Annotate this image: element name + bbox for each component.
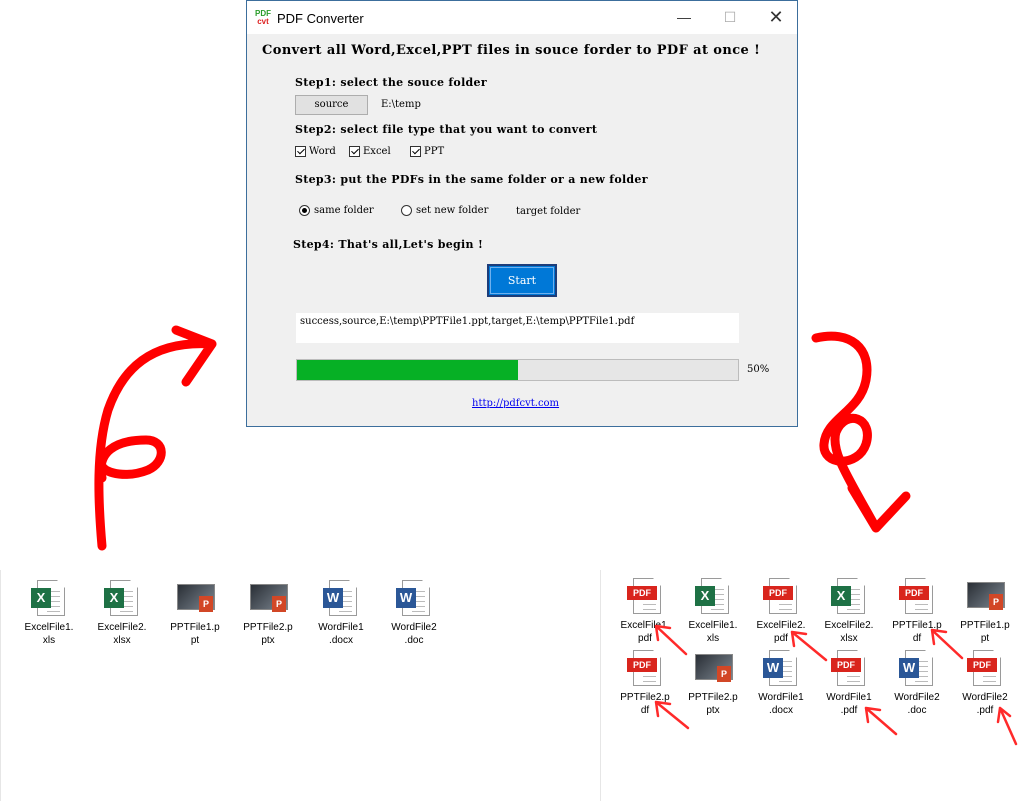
file-item[interactable]: W WordFile2 .doc <box>380 578 448 647</box>
same-folder-radio[interactable]: same folder <box>299 205 374 216</box>
pdf-file-icon: PDF <box>625 648 665 690</box>
file-name: ExcelFile2. xlsx <box>824 620 874 644</box>
excel-file-icon: X <box>829 576 869 618</box>
excel-checkbox-label: Excel <box>363 146 391 157</box>
pdf-file-icon: PDF <box>761 576 801 618</box>
excel-file-icon: X <box>102 578 142 620</box>
ppt-checkbox[interactable]: PPT <box>410 146 444 160</box>
file-name: WordFile1 .docx <box>758 692 804 716</box>
file-item[interactable]: P PPTFile1.p pt <box>161 578 229 647</box>
file-item[interactable]: W WordFile1 .docx <box>307 578 375 647</box>
checkbox-checked-icon <box>295 146 306 157</box>
excel-file-icon: X <box>29 578 69 620</box>
target-folder-label: target folder <box>516 206 581 217</box>
file-name: ExcelFile1. xls <box>24 622 74 646</box>
file-name: WordFile1 .pdf <box>826 692 872 716</box>
file-name: ExcelFile1. pdf <box>620 620 670 644</box>
pdf-file-icon: PDF <box>897 576 937 618</box>
file-item[interactable]: PDF PPTFile2.p df <box>611 648 679 717</box>
file-name: ExcelFile2. xlsx <box>97 622 147 646</box>
word-file-icon: W <box>761 648 801 690</box>
window-title: PDF Converter <box>277 11 364 26</box>
file-name: ExcelFile2. pdf <box>756 620 806 644</box>
logo-bottom-text: cvt <box>257 17 269 26</box>
ppt-checkbox-label: PPT <box>424 146 445 157</box>
radio-unselected-icon <box>401 205 412 216</box>
pdf-converter-window: PDF cvt PDF Converter — ☐ ✕ Convert all … <box>246 0 798 427</box>
word-file-icon: W <box>394 578 434 620</box>
file-name: WordFile2 .doc <box>894 692 940 716</box>
file-name: PPTFile1.p pt <box>170 622 220 646</box>
checkbox-checked-icon <box>410 146 421 157</box>
pdf-file-icon: PDF <box>965 648 1005 690</box>
source-button[interactable]: source <box>295 95 368 115</box>
powerpoint-file-icon: P <box>965 576 1005 618</box>
file-name: WordFile2 .pdf <box>962 692 1008 716</box>
minimize-button[interactable]: — <box>661 1 707 34</box>
progress-bar <box>296 359 739 381</box>
file-name: PPTFile1.p df <box>892 620 942 644</box>
word-file-icon: W <box>897 648 937 690</box>
headline: Convert all Word,Excel,PPT files in souc… <box>262 43 761 58</box>
new-folder-label: set new folder <box>416 205 489 216</box>
powerpoint-file-icon: P <box>693 648 733 690</box>
excel-file-icon: X <box>693 576 733 618</box>
file-name: PPTFile2.p df <box>620 692 670 716</box>
powerpoint-file-icon: P <box>248 578 288 620</box>
result-folder-panel: PDF ExcelFile1. pdf X ExcelFile1. xls PDF Excel… <box>600 570 1024 801</box>
file-item[interactable]: PDF ExcelFile2. pdf <box>747 576 815 645</box>
step4-label: Step4: That's all,Let's begin ! <box>293 238 484 251</box>
step2-label: Step2: select file type that you want to… <box>295 123 598 136</box>
checkbox-checked-icon <box>349 146 360 157</box>
powerpoint-file-icon: P <box>175 578 215 620</box>
close-button[interactable]: ✕ <box>753 1 799 34</box>
right-curved-arrow <box>811 331 911 533</box>
word-checkbox[interactable]: Word <box>295 146 336 160</box>
title-bar[interactable]: PDF cvt PDF Converter — ☐ ✕ <box>247 1 797 34</box>
file-name: PPTFile2.p ptx <box>243 622 293 646</box>
file-item[interactable]: X ExcelFile1. xls <box>15 578 83 647</box>
file-item[interactable]: W WordFile2 .doc <box>883 648 951 717</box>
progress-percent: 50% <box>747 364 770 375</box>
progress-fill <box>297 360 518 380</box>
pdf-file-icon: PDF <box>829 648 869 690</box>
file-item[interactable]: PDF PPTFile1.p df <box>883 576 951 645</box>
left-curved-arrow <box>94 325 217 551</box>
file-name: ExcelFile1. xls <box>688 620 738 644</box>
website-link[interactable]: http://pdfcvt.com <box>472 398 559 409</box>
file-item[interactable]: PDF ExcelFile1. pdf <box>611 576 679 645</box>
file-name: WordFile2 .doc <box>391 622 437 646</box>
pdf-file-icon: PDF <box>625 576 665 618</box>
file-item[interactable]: X ExcelFile2. xlsx <box>88 578 156 647</box>
source-folder-panel: X ExcelFile1. xls X ExcelFile2. xlsx P PPTFile1… <box>0 570 601 801</box>
radio-selected-icon <box>299 205 310 216</box>
file-name: PPTFile1.p pt <box>960 620 1010 644</box>
file-item[interactable]: P PPTFile1.p pt <box>951 576 1019 645</box>
log-output: success,source,E:\temp\PPTFile1.ppt,targ… <box>296 313 739 343</box>
file-name: PPTFile2.p ptx <box>688 692 738 716</box>
excel-checkbox[interactable]: Excel <box>349 146 391 160</box>
file-item[interactable]: P PPTFile2.p ptx <box>679 648 747 717</box>
same-folder-label: same folder <box>314 205 374 216</box>
file-item[interactable]: X ExcelFile2. xlsx <box>815 576 883 645</box>
file-item[interactable]: X ExcelFile1. xls <box>679 576 747 645</box>
file-item[interactable]: P PPTFile2.p ptx <box>234 578 302 647</box>
new-folder-radio[interactable]: set new folder <box>401 205 488 216</box>
file-item[interactable]: W WordFile1 .docx <box>747 648 815 717</box>
word-checkbox-label: Word <box>309 146 336 157</box>
file-item[interactable]: PDF WordFile1 .pdf <box>815 648 883 717</box>
app-logo-icon: PDF cvt <box>255 10 271 26</box>
step1-label: Step1: select the souce folder <box>295 76 487 89</box>
word-file-icon: W <box>321 578 361 620</box>
start-button[interactable]: Start <box>487 264 557 297</box>
source-path: E:\temp <box>381 99 421 110</box>
file-name: WordFile1 .docx <box>318 622 364 646</box>
step3-label: Step3: put the PDFs in the same folder o… <box>295 173 648 186</box>
maximize-button[interactable]: ☐ <box>707 1 753 34</box>
file-item[interactable]: PDF WordFile2 .pdf <box>951 648 1019 717</box>
